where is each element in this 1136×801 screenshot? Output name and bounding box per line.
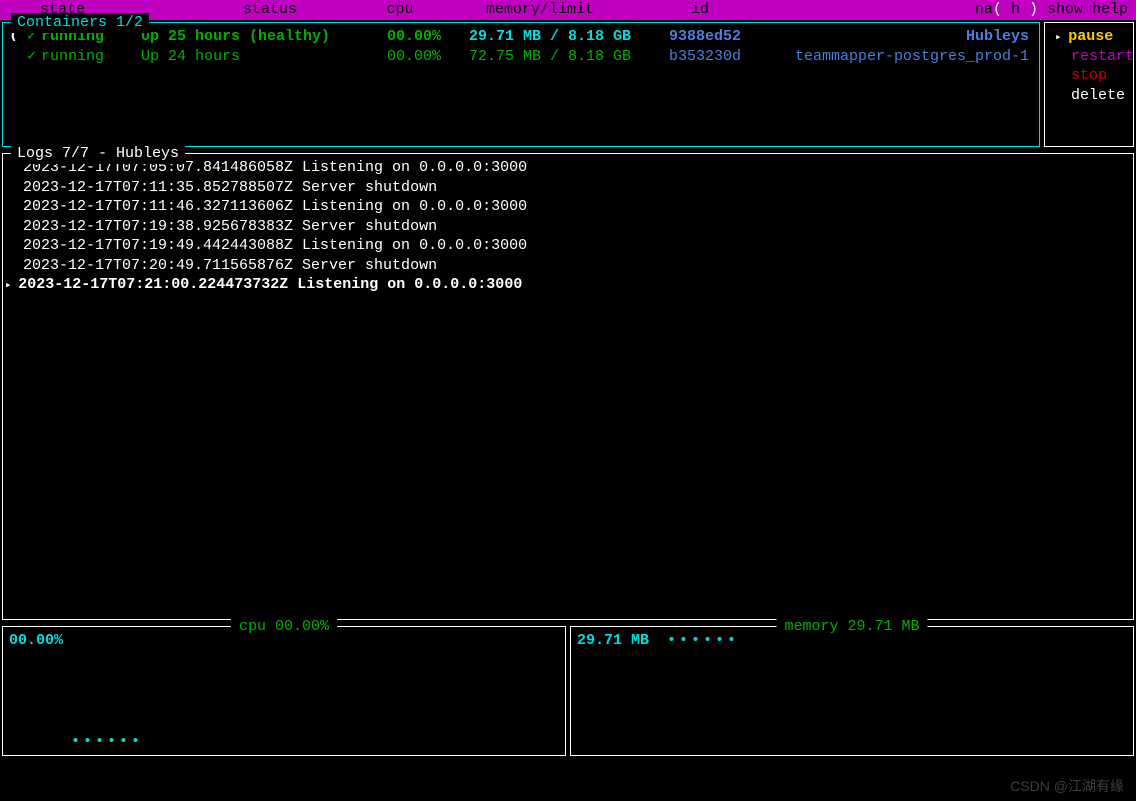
containers-panel[interactable]: Containers 1/2 ❪✓runningUp 25 hours (hea… — [2, 22, 1040, 147]
name-value: Hubleys — [741, 27, 1033, 47]
memory-title: memory 29.71 MB — [776, 617, 927, 637]
memory-value: 72.75 MB / 8.18 GB — [441, 47, 631, 67]
cpu-panel: cpu 00.00% 00.00% •••••• — [2, 626, 566, 756]
action-delete[interactable]: delete — [1051, 86, 1127, 106]
cursor-icon — [9, 47, 27, 67]
cpu-chart-dots: •••••• — [71, 732, 143, 752]
container-row[interactable]: ❪✓runningUp 25 hours (healthy)00.00%29.7… — [9, 27, 1033, 47]
logs-panel[interactable]: Logs 7/7 - Hubleys 2023-12-17T07:05:07.8… — [2, 153, 1134, 620]
memory-value: 29.71 MB / 8.18 GB — [441, 27, 631, 47]
status-value: Up 24 hours — [141, 47, 361, 67]
containers-title: Containers 1/2 — [11, 13, 149, 33]
col-id: id — [640, 0, 760, 20]
cpu-value: 00.00% — [361, 27, 441, 47]
container-row[interactable]: ✓runningUp 24 hours00.00%72.75 MB / 8.18… — [9, 47, 1033, 67]
actions-panel[interactable]: pauserestartstopdelete — [1044, 22, 1134, 147]
watermark: CSDN @江湖有缘 — [1010, 777, 1124, 795]
memory-value: 29.71 MB — [577, 631, 649, 651]
col-memory: memory/limit — [440, 0, 640, 20]
id-value: 9388ed52 — [631, 27, 741, 47]
id-value: b353230d — [631, 47, 741, 67]
log-line: 2023-12-17T07:19:38.925678383Z Server sh… — [9, 217, 1127, 237]
cpu-value: 00.00% — [9, 631, 63, 651]
col-status: status — [180, 0, 360, 20]
state-value: running — [41, 47, 141, 67]
action-pause[interactable]: pause — [1051, 27, 1127, 47]
name-value: teammapper-postgres_prod-1 — [741, 47, 1033, 67]
log-line: 2023-12-17T07:21:00.224473732Z Listening… — [9, 275, 1127, 295]
col-cpu: cpu — [360, 0, 440, 20]
logs-title: Logs 7/7 - Hubleys — [11, 144, 185, 164]
cpu-title: cpu 00.00% — [231, 617, 337, 637]
log-line: 2023-12-17T07:11:35.852788507Z Server sh… — [9, 178, 1127, 198]
log-line: 2023-12-17T07:19:49.442443088Z Listening… — [9, 236, 1127, 256]
check-icon: ✓ — [27, 47, 41, 67]
action-stop[interactable]: stop — [1051, 66, 1127, 86]
log-line: 2023-12-17T07:11:46.327113606Z Listening… — [9, 197, 1127, 217]
status-value: Up 25 hours (healthy) — [141, 27, 361, 47]
memory-chart-dots: •••••• — [667, 631, 739, 651]
help-hint[interactable]: na( h ) show help — [975, 0, 1136, 20]
action-restart[interactable]: restart — [1051, 47, 1127, 67]
log-line: 2023-12-17T07:20:49.711565876Z Server sh… — [9, 256, 1127, 276]
memory-panel: memory 29.71 MB 29.71 MB •••••• — [570, 626, 1134, 756]
header-bar: state status cpu memory/limit id na( h )… — [0, 0, 1136, 20]
cpu-value: 00.00% — [361, 47, 441, 67]
